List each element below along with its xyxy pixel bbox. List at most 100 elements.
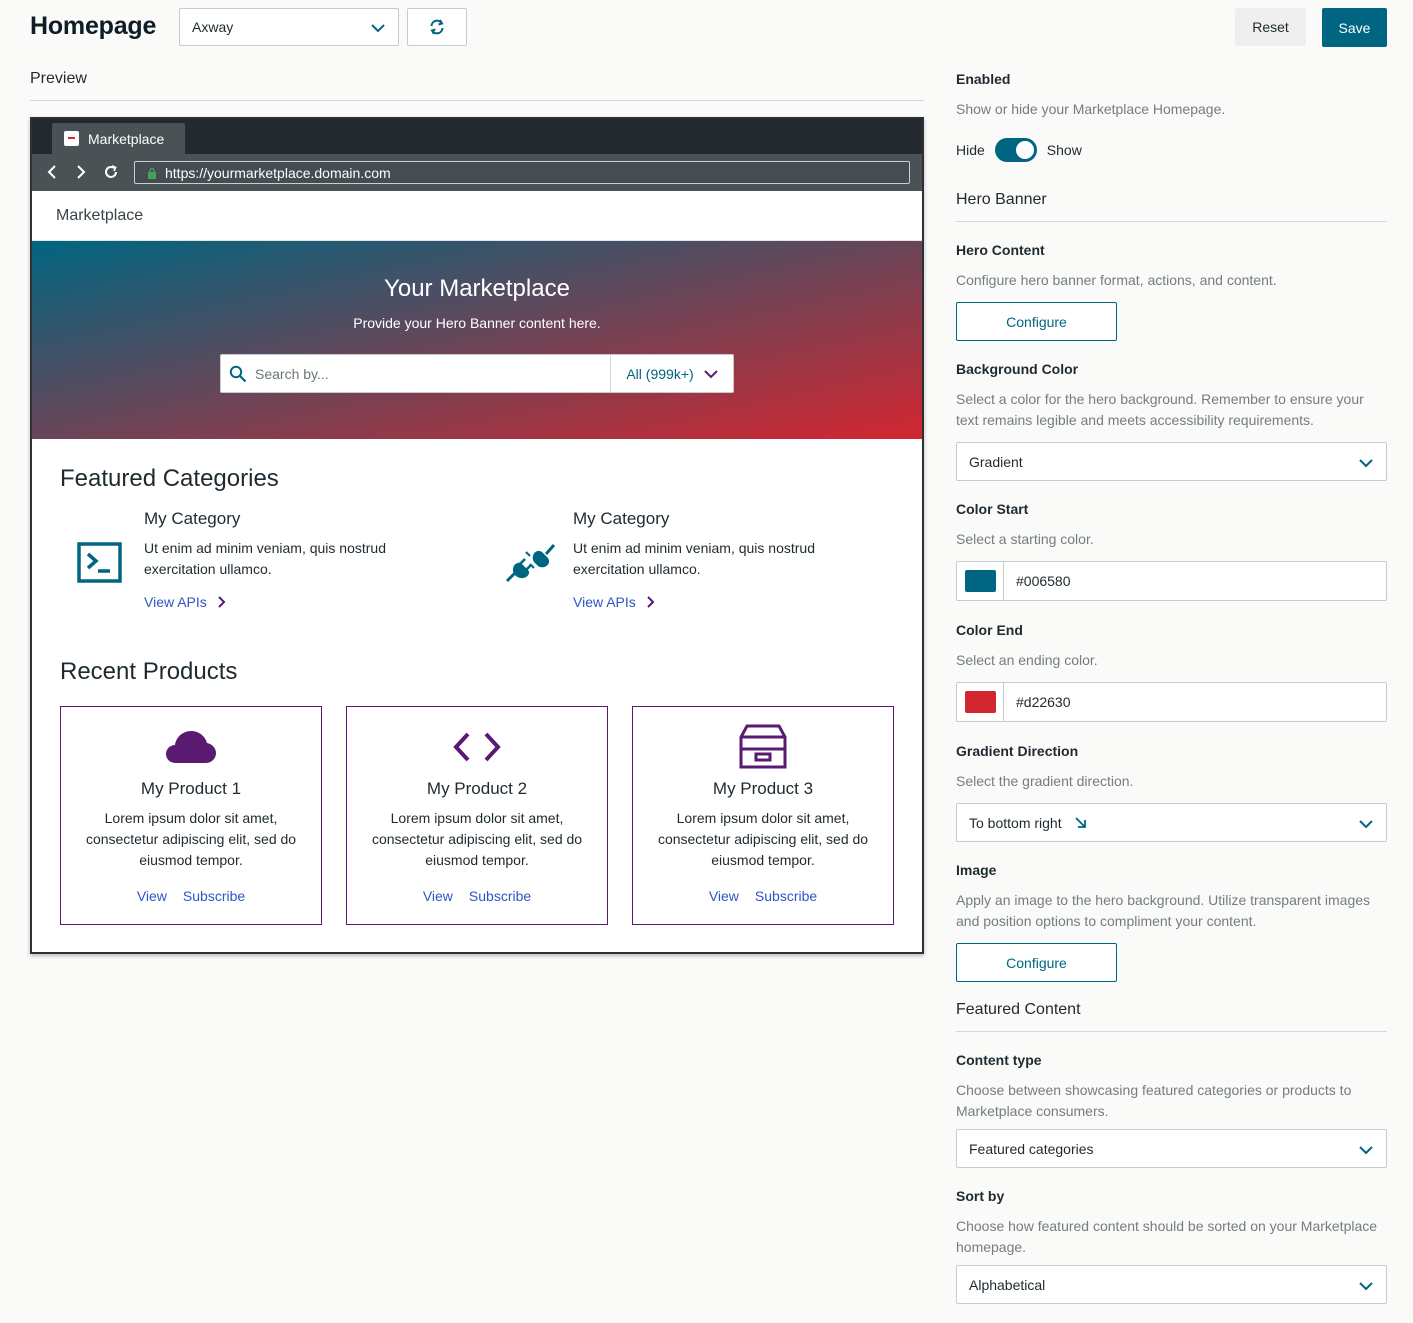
color-start-input[interactable]: #006580 [956, 561, 1387, 601]
cloud-icon [166, 731, 216, 763]
url-field: https://yourmarketplace.domain.com [134, 161, 910, 184]
subscribe-link: Subscribe [754, 888, 818, 904]
background-color-select[interactable]: Gradient [956, 442, 1387, 481]
content-type-help: Choose between showcasing featured categ… [956, 1082, 1352, 1119]
background-color-label: Background Color [956, 361, 1079, 377]
sort-by-label: Sort by [956, 1188, 1005, 1204]
chevron-right-icon [647, 596, 655, 608]
forward-arrow-icon [77, 165, 86, 179]
view-apis-link: View APIs [144, 594, 464, 610]
product-description: Lorem ipsum dolor sit amet, consectetur … [657, 810, 869, 868]
terminal-icon [77, 542, 122, 583]
organization-select-value: Axway [192, 19, 234, 35]
hero-search-filter: All (999k+) [610, 355, 733, 392]
search-icon [229, 365, 247, 382]
product-description: Lorem ipsum dolor sit amet, consectetur … [371, 810, 583, 868]
content-type-select[interactable]: Featured categories [956, 1129, 1387, 1168]
browser-tab-label: Marketplace [88, 130, 165, 147]
sort-by-help: Choose how featured content should be so… [956, 1218, 1378, 1255]
color-start-help: Select a starting color. [956, 531, 1094, 547]
site-header: Marketplace [32, 191, 922, 241]
product-title: My Product 2 [426, 779, 528, 798]
featured-content-section-title: Featured Content [956, 1001, 1081, 1018]
gradient-direction-select[interactable]: To bottom right [956, 803, 1387, 842]
chevron-down-icon [1359, 820, 1373, 829]
divider [30, 100, 924, 101]
color-swatch [964, 570, 996, 592]
chevron-down-icon [1359, 1282, 1373, 1291]
image-configure-button[interactable]: Configure [956, 943, 1117, 982]
back-arrow-icon [47, 165, 56, 179]
view-apis-label: View APIs [573, 594, 636, 610]
category-title: My Category [144, 509, 241, 528]
image-help: Apply an image to the hero background. U… [956, 892, 1371, 929]
plug-icon [505, 544, 556, 583]
reset-button[interactable]: Reset [1235, 8, 1306, 46]
browser-tab-bar: Marketplace [32, 119, 922, 154]
hero-content-label: Hero Content [956, 242, 1045, 258]
hero-content-configure-button[interactable]: Configure [956, 302, 1117, 341]
chevron-down-icon [1359, 459, 1373, 468]
chevron-right-icon [218, 596, 226, 608]
view-link: View [136, 888, 167, 904]
preview-label: Preview [30, 70, 87, 87]
category-card: My Category Ut enim ad minim veniam, qui… [573, 509, 893, 610]
hero-search-filter-label: All (999k+) [626, 365, 694, 382]
product-description: Lorem ipsum dolor sit amet, consectetur … [85, 810, 297, 868]
gradient-direction-label: Gradient Direction [956, 743, 1079, 759]
hero-banner-section-title: Hero Banner [956, 191, 1047, 208]
divider [956, 1031, 1387, 1032]
organization-select[interactable]: Axway [179, 8, 399, 46]
hero-subtitle: Provide your Hero Banner content here. [353, 315, 601, 331]
archive-icon [739, 724, 787, 769]
color-start-label: Color Start [956, 501, 1029, 517]
gradient-direction-value: To bottom right [969, 814, 1062, 831]
product-card: My Product 2 Lorem ipsum dolor sit amet,… [346, 706, 608, 925]
subscribe-link: Subscribe [468, 888, 532, 904]
view-apis-link: View APIs [573, 594, 893, 610]
color-end-help: Select an ending color. [956, 652, 1098, 668]
enabled-toggle[interactable] [994, 138, 1037, 162]
product-card: My Product 1 Lorem ipsum dolor sit amet,… [60, 706, 322, 925]
divider [956, 221, 1387, 222]
hero-banner: Your Marketplace Provide your Hero Banne… [32, 241, 922, 439]
toggle-on-label: Show [1046, 142, 1082, 158]
color-start-swatch-button[interactable] [957, 562, 1004, 600]
sort-by-select[interactable]: Alphabetical [956, 1265, 1387, 1304]
refresh-icon [430, 19, 444, 35]
category-description: Ut enim ad minim veniam, quis nostrud ex… [573, 540, 815, 577]
category-description: Ut enim ad minim veniam, quis nostrud ex… [144, 540, 386, 577]
color-start-value: #006580 [1016, 573, 1071, 589]
category-title: My Category [573, 509, 670, 528]
hero-search-placeholder: Search by... [255, 365, 329, 382]
browser-tab: Marketplace [52, 123, 185, 154]
background-color-value: Gradient [969, 453, 1023, 470]
color-end-input[interactable]: #d22630 [956, 682, 1387, 722]
color-end-label: Color End [956, 622, 1023, 638]
view-link: View [422, 888, 453, 904]
arrow-down-right-icon [1074, 817, 1086, 828]
url-text: https://yourmarketplace.domain.com [165, 164, 391, 181]
color-end-swatch-button[interactable] [957, 683, 1004, 721]
save-button[interactable]: Save [1322, 8, 1387, 47]
lock-icon [148, 167, 156, 179]
product-card: My Product 3 Lorem ipsum dolor sit amet,… [632, 706, 894, 925]
refresh-button[interactable] [407, 8, 467, 46]
color-swatch [964, 691, 996, 713]
hero-content-help: Configure hero banner format, actions, a… [956, 272, 1277, 288]
product-title: My Product 3 [712, 779, 814, 798]
view-apis-label: View APIs [144, 594, 207, 610]
background-color-help: Select a color for the hero background. … [956, 391, 1364, 428]
color-end-value: #d22630 [1016, 694, 1071, 710]
subscribe-link: Subscribe [182, 888, 246, 904]
page-title: Homepage [30, 12, 157, 40]
browser-address-bar: https://yourmarketplace.domain.com [32, 154, 922, 191]
image-label: Image [956, 862, 997, 878]
product-title: My Product 1 [140, 779, 242, 798]
reload-icon [105, 165, 117, 178]
enabled-toggle-row: Hide Show [956, 138, 1082, 162]
toggle-off-label: Hide [956, 142, 985, 158]
hero-title: Your Marketplace [384, 275, 570, 302]
view-link: View [708, 888, 739, 904]
chevron-down-icon [1359, 1146, 1373, 1155]
